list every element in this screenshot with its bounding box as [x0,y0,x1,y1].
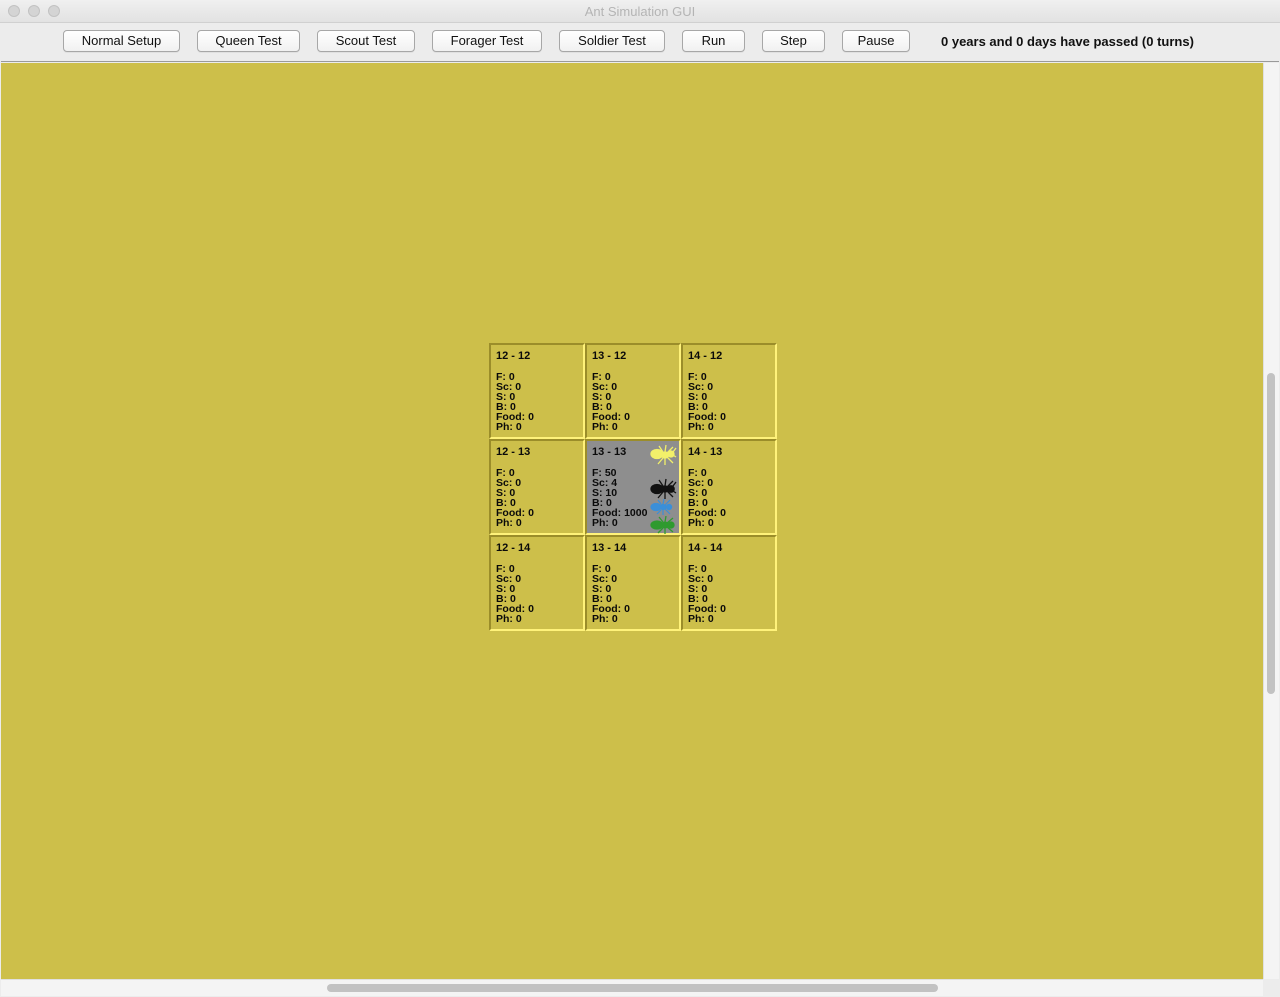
pheromone-level: Ph: 0 [688,613,714,625]
toolbar: Normal Setup Queen Test Scout Test Forag… [0,23,1280,61]
vertical-scroll-thumb[interactable] [1267,373,1275,694]
forager-ant-icon [650,516,675,534]
step-button[interactable]: Step [762,30,825,52]
pheromone-level: Ph: 0 [496,517,522,529]
soldier-ant-icon [650,478,677,499]
cell-coordinates: 13 - 14 [592,542,627,554]
cell-coordinates: 14 - 14 [688,542,723,554]
cell-stats: F: 50 Sc: 4 S: 10 B: 0 Food: 1000 Ph: 0 [592,468,647,529]
normal-setup-button[interactable]: Normal Setup [63,30,180,52]
grid-cell-12-12[interactable]: 12 - 12 F: 0 Sc: 0 S: 0 B: 0 Food: 0 Ph:… [489,343,585,439]
cell-stats: F: 0 Sc: 0 S: 0 B: 0 Food: 0 Ph: 0 [688,468,726,529]
time-status-text: 0 years and 0 days have passed (0 turns) [941,34,1194,49]
cell-stats: F: 0 Sc: 0 S: 0 B: 0 Food: 0 Ph: 0 [688,564,726,625]
pheromone-level: Ph: 0 [592,421,618,433]
horizontal-scroll-thumb[interactable] [327,984,938,992]
scout-ant-icon [650,499,673,515]
cell-coordinates: 12 - 14 [496,542,531,554]
pause-button[interactable]: Pause [842,30,910,52]
run-button[interactable]: Run [682,30,745,52]
grid-cell-13-12[interactable]: 13 - 12 F: 0 Sc: 0 S: 0 B: 0 Food: 0 Ph:… [585,343,681,439]
window-title: Ant Simulation GUI [584,4,696,19]
pheromone-level: Ph: 0 [496,421,522,433]
queen-ant-icon [650,444,677,465]
forager-test-button[interactable]: Forager Test [432,30,542,52]
soldier-test-button[interactable]: Soldier Test [559,30,665,52]
grid-cell-12-13[interactable]: 12 - 13 F: 0 Sc: 0 S: 0 B: 0 Food: 0 Ph:… [489,439,585,535]
grid-cell-14-12[interactable]: 14 - 12 F: 0 Sc: 0 S: 0 B: 0 Food: 0 Ph:… [681,343,777,439]
pheromone-level: Ph: 0 [592,613,618,625]
grid-cell-13-13-colony[interactable]: 13 - 13 F: 50 Sc: 4 S: 10 B: 0 Food: 100… [585,439,681,535]
pheromone-level: Ph: 0 [496,613,522,625]
title-bar: Ant Simulation GUI [0,0,1280,23]
cell-stats: F: 0 Sc: 0 S: 0 B: 0 Food: 0 Ph: 0 [592,372,630,433]
pheromone-level: Ph: 0 [688,421,714,433]
cell-stats: F: 0 Sc: 0 S: 0 B: 0 Food: 0 Ph: 0 [496,564,534,625]
cell-coordinates: 14 - 12 [688,350,723,362]
cell-coordinates: 13 - 12 [592,350,627,362]
cell-stats: F: 0 Sc: 0 S: 0 B: 0 Food: 0 Ph: 0 [496,468,534,529]
cell-stats: F: 0 Sc: 0 S: 0 B: 0 Food: 0 Ph: 0 [496,372,534,433]
cell-stats: F: 0 Sc: 0 S: 0 B: 0 Food: 0 Ph: 0 [688,372,726,433]
pheromone-level: Ph: 0 [592,517,618,529]
grid-cell-14-14[interactable]: 14 - 14 F: 0 Sc: 0 S: 0 B: 0 Food: 0 Ph:… [681,535,777,631]
cell-coordinates: 12 - 12 [496,350,531,362]
cell-coordinates: 14 - 13 [688,446,723,458]
cell-stats: F: 0 Sc: 0 S: 0 B: 0 Food: 0 Ph: 0 [592,564,630,625]
grid-cell-13-14[interactable]: 13 - 14 F: 0 Sc: 0 S: 0 B: 0 Food: 0 Ph:… [585,535,681,631]
pheromone-level: Ph: 0 [688,517,714,529]
grid-cell-14-13[interactable]: 14 - 13 F: 0 Sc: 0 S: 0 B: 0 Food: 0 Ph:… [681,439,777,535]
grid-cell-12-14[interactable]: 12 - 14 F: 0 Sc: 0 S: 0 B: 0 Food: 0 Ph:… [489,535,585,631]
scout-test-button[interactable]: Scout Test [317,30,415,52]
queen-test-button[interactable]: Queen Test [197,30,300,52]
cell-coordinates: 13 - 13 [592,446,627,458]
cell-coordinates: 12 - 13 [496,446,531,458]
